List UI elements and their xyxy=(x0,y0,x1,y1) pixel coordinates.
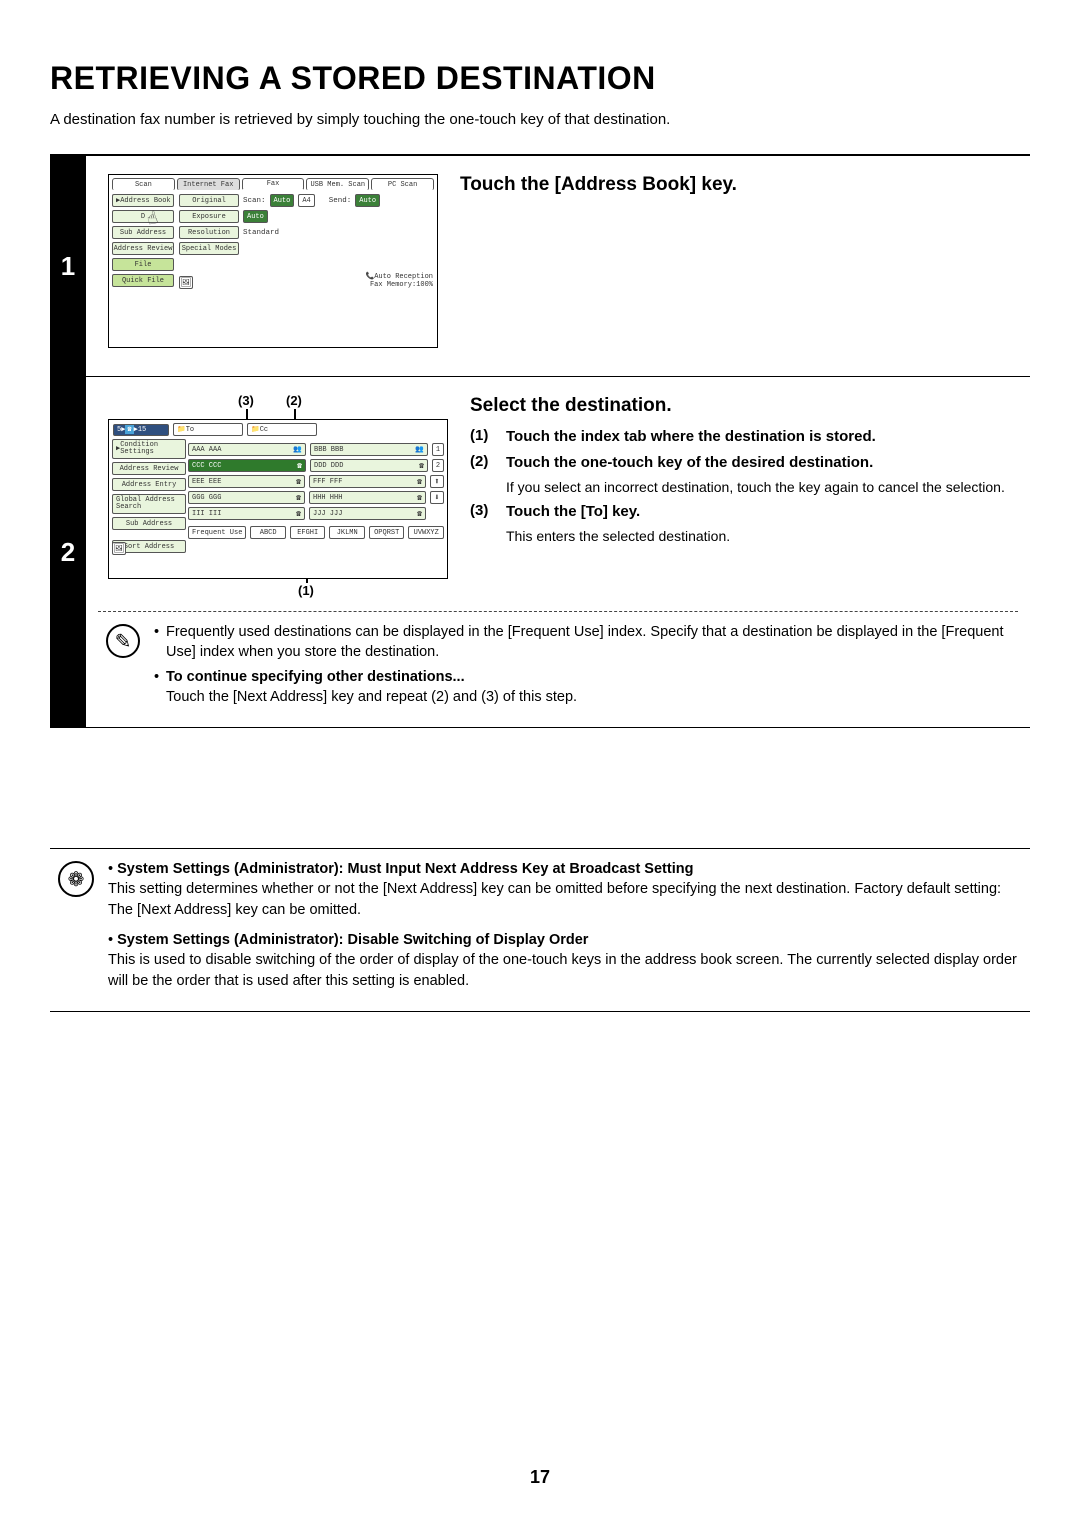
substep-2-text: Touch the one-touch key of the desired d… xyxy=(506,454,873,471)
sys-setting-1: • System Settings (Administrator): Must … xyxy=(108,859,1022,920)
substep-2-note: If you select an incorrect destination, … xyxy=(506,478,1018,497)
substep-3-note: This enters the selected destination. xyxy=(506,527,1018,546)
scan-auto-button[interactable]: Auto xyxy=(270,194,295,207)
send-auto-button[interactable]: Auto xyxy=(355,194,380,207)
tab-fax[interactable]: Fax xyxy=(242,178,305,190)
preview-icon[interactable]: 🖼 xyxy=(179,276,193,289)
dest-eee[interactable]: EEE EEE xyxy=(188,475,305,488)
address-book-button[interactable]: ▶Address Book xyxy=(112,194,174,207)
tab-pc-scan[interactable]: PC Scan xyxy=(371,178,434,190)
dest-fff[interactable]: FFF FFF xyxy=(309,475,426,488)
tab-internet-fax[interactable]: Internet Fax xyxy=(177,178,240,190)
dest-hhh[interactable]: HHH HHH xyxy=(309,491,426,504)
resolution-button[interactable]: Resolution xyxy=(179,226,239,239)
address-review-button[interactable]: Address Review xyxy=(112,242,174,255)
callout-3-label: (3) xyxy=(238,393,254,408)
substep-2-num: (2) xyxy=(470,453,496,496)
exposure-button[interactable]: Exposure xyxy=(179,210,239,223)
breadcrumb[interactable]: 5 ▶ ☎ ▶ 15 xyxy=(113,424,169,436)
address-review-button-2[interactable]: Address Review xyxy=(112,462,186,475)
note-2-body: Touch the [Next Address] key and repeat … xyxy=(166,689,577,705)
dest-ggg[interactable]: GGG GGG xyxy=(188,491,305,504)
index-efghi[interactable]: EFGHI xyxy=(290,526,326,539)
page-number: 17 xyxy=(0,1467,1080,1488)
callout-2-label: (2) xyxy=(286,393,302,408)
resolution-standard: Standard xyxy=(243,229,279,237)
cc-button[interactable]: 📁Cc xyxy=(247,423,317,436)
step-number-2: 2 xyxy=(50,377,86,727)
address-entry-button[interactable]: Address Entry xyxy=(112,478,186,491)
special-modes-button[interactable]: Special Modes xyxy=(179,242,239,255)
sys-setting-1-desc: This setting determines whether or not t… xyxy=(108,881,1001,917)
sub-address-button[interactable]: Sub Address xyxy=(112,226,174,239)
condition-settings-button[interactable]: ▶Condition Settings xyxy=(112,439,186,459)
sub-address-button-2[interactable]: Sub Address xyxy=(112,517,186,530)
scan-label: Scan: xyxy=(243,197,266,205)
send-label: Send: xyxy=(329,197,352,205)
substep-1: (1) Touch the index tab where the destin… xyxy=(470,427,1018,447)
footer-status: 📞Auto Reception Fax Memory:100% xyxy=(365,272,433,289)
page-num-1: 1 xyxy=(432,443,444,456)
dest-jjj[interactable]: JJJ JJJ xyxy=(309,507,426,520)
to-button[interactable]: 📁To xyxy=(173,423,243,436)
callout-1-label: (1) xyxy=(298,583,314,598)
step1-screenshot: Scan Internet Fax Fax USB Mem. Scan PC S… xyxy=(108,174,438,348)
exposure-auto-button[interactable]: Auto xyxy=(243,210,268,223)
scan-a4-button[interactable]: A4 xyxy=(298,194,314,207)
step1-number-text: 1 xyxy=(61,251,75,282)
step-number-1: 1 xyxy=(50,156,86,376)
quick-file-button[interactable]: Quick File xyxy=(112,274,174,287)
scroll-down-icon[interactable]: ⬇ xyxy=(430,491,444,504)
step2-number-text: 2 xyxy=(61,537,75,568)
gear-icon: ❁ xyxy=(58,861,94,897)
substep-3-num: (3) xyxy=(470,502,496,545)
page-title: RETRIEVING A STORED DESTINATION xyxy=(50,60,1030,97)
sys-setting-2-desc: This is used to disable switching of the… xyxy=(108,952,1017,988)
note-2-head: To continue specifying other destination… xyxy=(166,669,465,685)
global-address-search-button[interactable]: Global Address Search xyxy=(112,494,186,514)
page-num-2: 2 xyxy=(432,459,444,472)
substep-3: (3) Touch the [To] key. This enters the … xyxy=(470,502,1018,545)
index-opqrst[interactable]: OPQRST xyxy=(369,526,405,539)
substep-1-num: (1) xyxy=(470,427,496,447)
step1-heading: Touch the [Address Book] key. xyxy=(460,174,1018,196)
dest-ccc[interactable]: CCC CCC xyxy=(188,459,306,472)
system-settings-block: ❁ • System Settings (Administrator): Mus… xyxy=(50,848,1030,1012)
original-button[interactable]: Original xyxy=(179,194,239,207)
step2-screenshot-area: (3) (2) (1) 5 ▶ ☎ ▶ 15 xyxy=(108,395,448,595)
substep-3-text: Touch the [To] key. xyxy=(506,503,640,520)
note-2: • To continue specifying other destinati… xyxy=(154,667,1010,708)
note-1: • Frequently used destinations can be di… xyxy=(154,622,1010,663)
side-d[interactable]: D xyxy=(112,210,174,223)
tab-scan[interactable]: Scan xyxy=(112,178,175,190)
dest-iii[interactable]: III III xyxy=(188,507,305,520)
index-uvwxyz[interactable]: UVWXYZ xyxy=(408,526,444,539)
scroll-up-icon[interactable]: ⬆ xyxy=(430,475,444,488)
dest-ddd[interactable]: DDD DDD xyxy=(310,459,428,472)
step2-heading: Select the destination. xyxy=(470,395,1018,417)
pencil-icon: ✎ xyxy=(106,624,140,658)
file-button[interactable]: File xyxy=(112,258,174,271)
index-jklmn[interactable]: JKLMN xyxy=(329,526,365,539)
sys-setting-2: • System Settings (Administrator): Disab… xyxy=(108,930,1022,991)
tab-usb-mem-scan[interactable]: USB Mem. Scan xyxy=(306,178,369,190)
sys-setting-2-head: System Settings (Administrator): Disable… xyxy=(117,932,588,948)
sys-setting-1-head: System Settings (Administrator): Must In… xyxy=(117,861,693,877)
note-1-text: Frequently used destinations can be disp… xyxy=(166,622,1010,663)
substep-2: (2) Touch the one-touch key of the desir… xyxy=(470,453,1018,496)
substep-1-text: Touch the index tab where the destinatio… xyxy=(506,428,876,445)
dest-aaa[interactable]: AAA AAA xyxy=(188,443,306,456)
index-abcd[interactable]: ABCD xyxy=(250,526,286,539)
preview-icon-2[interactable]: 🖼 xyxy=(112,542,126,555)
dest-bbb[interactable]: BBB BBB xyxy=(310,443,428,456)
page-intro: A destination fax number is retrieved by… xyxy=(50,111,1030,128)
index-frequent-use[interactable]: Frequent Use xyxy=(188,526,246,539)
